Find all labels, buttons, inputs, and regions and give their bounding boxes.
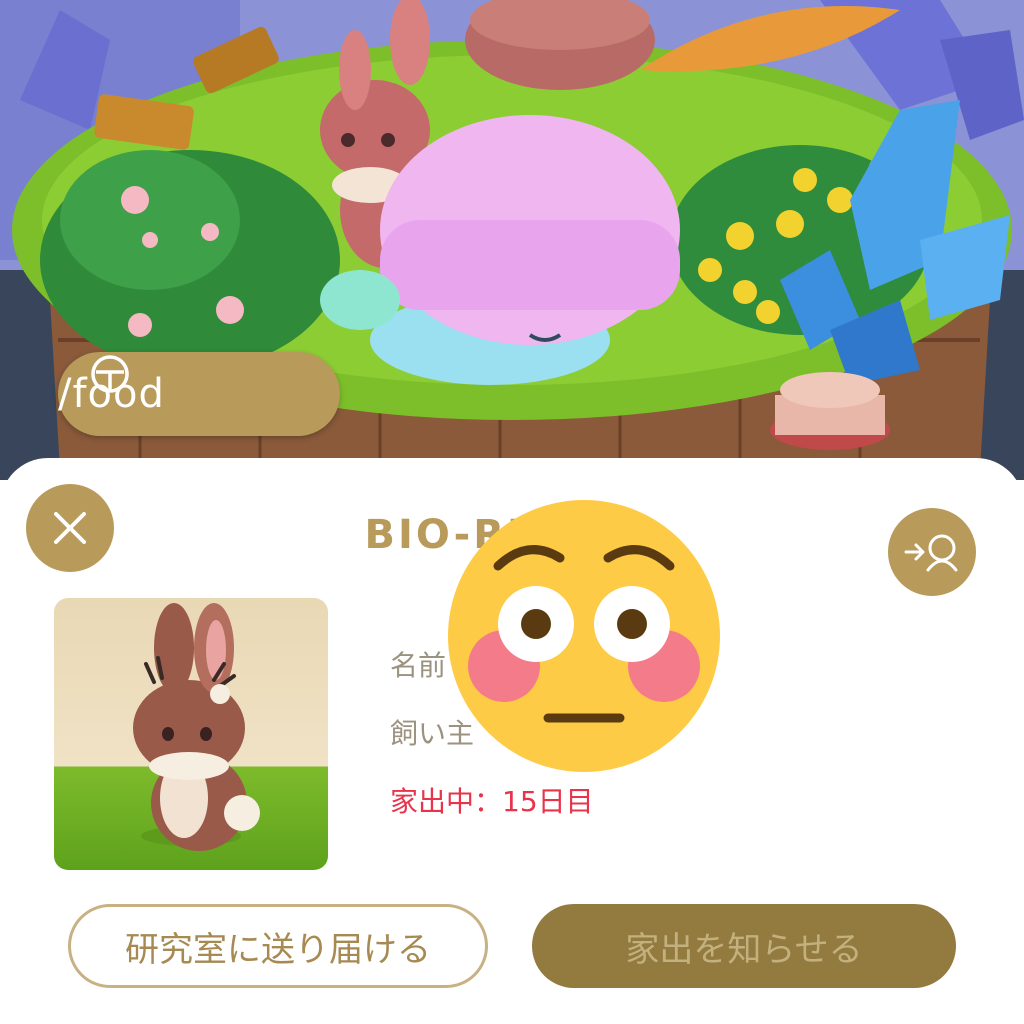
flushed-face-emoji: [448, 500, 720, 772]
notify-runaway-button[interactable]: 家出を知らせる: [532, 904, 956, 988]
deliver-to-lab-button[interactable]: 研究室に送り届ける: [68, 904, 488, 988]
away-status-text: 家出中：15日目: [390, 785, 594, 818]
switch-user-icon: [904, 534, 958, 572]
switch-user-button[interactable]: [888, 508, 976, 596]
pet-name-label: 名前: [390, 649, 447, 682]
pet-portrait: [54, 598, 328, 870]
food-command-button[interactable]: /food: [58, 352, 340, 436]
deliver-to-lab-label: 研究室に送り届ける: [125, 929, 431, 970]
bunny-pet-image: [133, 603, 260, 851]
cookie-icon: [91, 355, 129, 393]
garden-scene: /food: [0, 0, 1024, 480]
notify-runaway-label: 家出を知らせる: [625, 929, 863, 970]
